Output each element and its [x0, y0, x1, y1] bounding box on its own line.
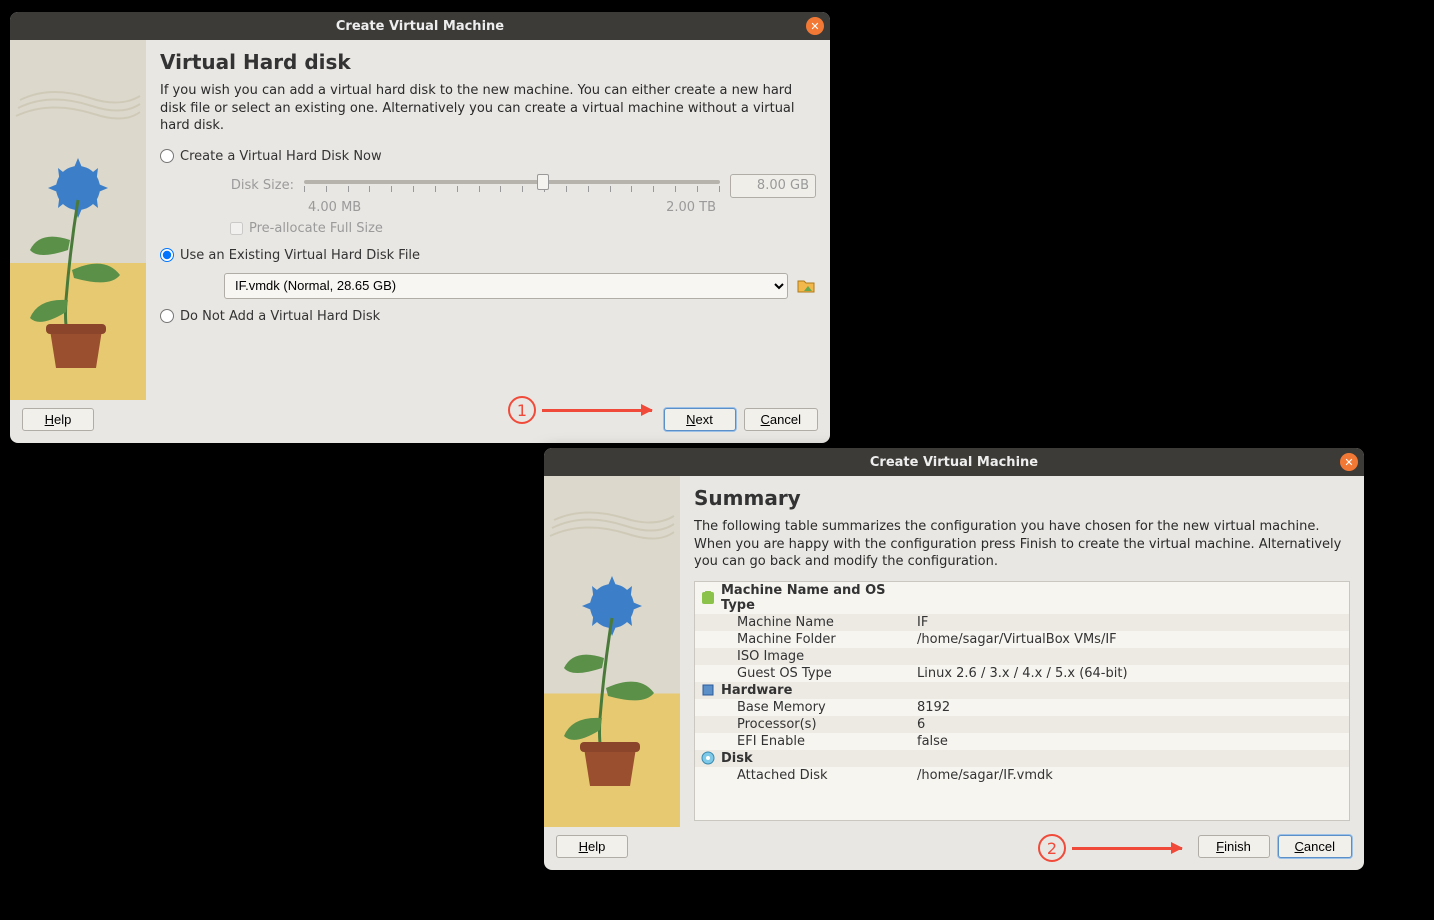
row-guest-os: Guest OS Type [717, 666, 917, 681]
row-attached-disk: Attached Disk [717, 768, 917, 783]
radio-create-disk[interactable]: Create a Virtual Hard Disk Now [160, 145, 816, 168]
titlebar[interactable]: Create Virtual Machine ✕ [10, 12, 830, 40]
disk-size-slider [304, 174, 720, 198]
create-vm-dialog-harddisk: Create Virtual Machine ✕ Virtual Hard di… [10, 12, 830, 443]
page-title: Virtual Hard disk [160, 50, 816, 74]
window-title: Create Virtual Machine [870, 455, 1038, 470]
radio-use-existing[interactable]: Use an Existing Virtual Hard Disk File [160, 244, 816, 267]
radio-create-label: Create a Virtual Hard Disk Now [180, 149, 382, 164]
disk-icon [699, 751, 717, 765]
scale-min: 4.00 MB [308, 200, 361, 215]
section-disk: Disk [717, 751, 917, 766]
window-title: Create Virtual Machine [336, 19, 504, 34]
close-icon[interactable]: ✕ [806, 17, 824, 35]
radio-none-input[interactable] [160, 309, 174, 323]
puzzle-icon [699, 591, 717, 605]
next-button[interactable]: NextNext [664, 408, 736, 431]
radio-existing-label: Use an Existing Virtual Hard Disk File [180, 248, 420, 263]
summary-table: Machine Name and OS Type Machine NameIF … [694, 581, 1350, 821]
row-machine-name: Machine Name [717, 615, 917, 630]
row-machine-folder: Machine Folder [717, 632, 917, 647]
row-base-memory: Base Memory [717, 700, 917, 715]
row-efi: EFI Enable [717, 734, 917, 749]
cancel-button[interactable]: CancelCancel [744, 408, 818, 431]
slider-thumb [537, 174, 549, 190]
existing-disk-select[interactable]: IF.vmdk (Normal, 28.65 GB) [224, 273, 788, 299]
radio-create-input[interactable] [160, 149, 174, 163]
section-hardware: Hardware [717, 683, 917, 698]
close-icon[interactable]: ✕ [1340, 453, 1358, 471]
row-processors: Processor(s) [717, 717, 917, 732]
page-title: Summary [694, 486, 1350, 510]
prealloc-label: Pre-allocate Full Size [249, 221, 383, 236]
titlebar[interactable]: Create Virtual Machine ✕ [544, 448, 1364, 476]
finish-button[interactable]: FinishFinish [1198, 835, 1270, 858]
cancel-button[interactable]: CancelCancel [1278, 835, 1352, 858]
radio-none-label: Do Not Add a Virtual Hard Disk [180, 309, 380, 324]
page-description: If you wish you can add a virtual hard d… [160, 82, 816, 135]
help-button[interactable]: HHelpelp [22, 408, 94, 431]
radio-existing-input[interactable] [160, 248, 174, 262]
wizard-illustration [544, 476, 680, 827]
chip-icon [699, 683, 717, 697]
scale-max: 2.00 TB [666, 200, 716, 215]
help-button[interactable]: HelpHelp [556, 835, 628, 858]
disk-size-label: Disk Size: [230, 178, 294, 193]
page-description: The following table summarizes the confi… [694, 518, 1350, 571]
browse-folder-icon[interactable] [796, 277, 816, 295]
create-vm-dialog-summary: Create Virtual Machine ✕ Summary The fol… [544, 448, 1364, 870]
row-iso: ISO Image [717, 649, 917, 664]
radio-no-disk[interactable]: Do Not Add a Virtual Hard Disk [160, 305, 816, 328]
disk-size-value: 8.00 GB [730, 174, 816, 198]
section-machine: Machine Name and OS Type [717, 583, 917, 613]
wizard-illustration [10, 40, 146, 400]
prealloc-checkbox [230, 222, 243, 235]
